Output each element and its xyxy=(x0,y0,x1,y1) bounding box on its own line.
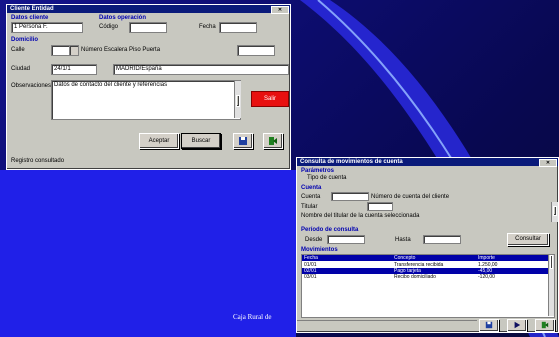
account-field[interactable] xyxy=(331,192,369,201)
code-field[interactable] xyxy=(129,22,167,33)
cell-amount: -120,00 xyxy=(478,274,495,280)
holder-field[interactable] xyxy=(367,202,393,211)
table-row[interactable]: 03/01 Recibo domiciliado -120,00 xyxy=(302,274,548,280)
grid-header: Fecha Concepto Importe xyxy=(302,255,548,261)
section-operation-data: Datos operación xyxy=(99,15,147,21)
save-icon xyxy=(485,321,493,329)
scroll-thumb[interactable] xyxy=(553,206,557,216)
footer-company-text: Caja Rural de xyxy=(233,313,272,321)
observations-scrollbar[interactable] xyxy=(234,81,241,118)
status-text: Registro consultado xyxy=(11,158,65,164)
params-scrollbar[interactable] xyxy=(551,202,558,222)
close-window-button[interactable] xyxy=(263,133,283,149)
street-detail-text: Número Escalera Piso Puerta xyxy=(81,47,161,53)
close-icon[interactable]: ✕ xyxy=(271,6,289,14)
date-label: Fecha xyxy=(199,24,216,30)
cell-date: 03/01 xyxy=(304,274,317,280)
exit-icon xyxy=(541,321,549,329)
scroll-thumb[interactable] xyxy=(550,255,553,269)
city-label: Ciudad xyxy=(11,66,31,72)
account-label: Cuenta xyxy=(301,194,321,200)
play-button[interactable] xyxy=(507,319,527,332)
street-combo-button[interactable] xyxy=(69,45,79,56)
client-form-window: Cliente Entidad ✕ Datos cliente Datos op… xyxy=(6,4,291,170)
from-date-field[interactable] xyxy=(327,235,365,244)
grid-col-date: Fecha xyxy=(304,255,318,261)
accept-button[interactable]: Aceptar xyxy=(139,133,179,149)
movements-window: Consulta de movimientos de cuenta ✕ Pará… xyxy=(296,157,559,333)
from-label: Desde xyxy=(305,237,323,243)
close-icon[interactable]: ✕ xyxy=(539,159,557,167)
search-button[interactable]: Buscar xyxy=(181,133,221,149)
holder-name-text: Nombre del titular de la cuenta seleccio… xyxy=(301,213,420,219)
date-field[interactable] xyxy=(219,22,257,33)
person-type-field[interactable]: 1 Persona F. xyxy=(11,22,83,33)
section-parameters: Parámetros xyxy=(301,168,335,174)
movements-window-title: Consulta de movimientos de cuenta xyxy=(300,159,403,165)
cell-concept: Recibo domiciliado xyxy=(394,274,436,280)
grid-col-amount: Importe xyxy=(478,255,495,261)
street-number-field[interactable] xyxy=(51,45,71,56)
to-date-field[interactable] xyxy=(423,235,461,244)
observations-label: Observaciones xyxy=(11,83,52,89)
exit-red-button[interactable]: Salir xyxy=(251,91,289,107)
holder-label: Titular xyxy=(301,204,318,210)
section-period: Período de consulta xyxy=(301,227,359,233)
play-icon xyxy=(514,321,521,329)
movements-grid[interactable]: Fecha Concepto Importe 01/01 Transferenc… xyxy=(301,254,555,318)
observations-textarea[interactable]: Datos de contacto del cliente y referenc… xyxy=(51,80,241,120)
street-label: Calle xyxy=(11,47,25,53)
movements-title-bar: Consulta de movimientos de cuenta ✕ xyxy=(297,158,558,167)
code-label: Código xyxy=(99,24,119,30)
section-address: Domicilio xyxy=(11,37,39,43)
section-client-data: Datos cliente xyxy=(11,15,49,21)
scroll-thumb[interactable] xyxy=(236,95,240,107)
client-window-title: Cliente Entidad xyxy=(10,6,54,12)
save-icon xyxy=(239,137,247,145)
exit-button[interactable] xyxy=(535,319,555,332)
street-extra-field[interactable] xyxy=(237,45,275,56)
grid-scrollbar[interactable] xyxy=(548,255,554,316)
city-name-field[interactable]: MADRID/España xyxy=(113,64,289,75)
client-window-title-bar: Cliente Entidad ✕ xyxy=(7,5,290,14)
save-button[interactable] xyxy=(479,319,499,332)
grid-col-concept: Concepto xyxy=(394,255,416,261)
section-account: Cuenta xyxy=(301,185,322,191)
exit-icon xyxy=(269,137,277,145)
account-description: Número de cuenta del cliente xyxy=(371,194,450,200)
account-type-text: Tipo de cuenta xyxy=(307,175,347,181)
save-button[interactable] xyxy=(233,133,253,149)
city-code-field[interactable]: 24/1/1 xyxy=(51,64,97,75)
query-button[interactable]: Consultar xyxy=(507,233,549,246)
to-label: Hasta xyxy=(395,237,411,243)
bottom-status-bar xyxy=(297,320,477,331)
grid-title: Movimientos xyxy=(301,247,338,253)
